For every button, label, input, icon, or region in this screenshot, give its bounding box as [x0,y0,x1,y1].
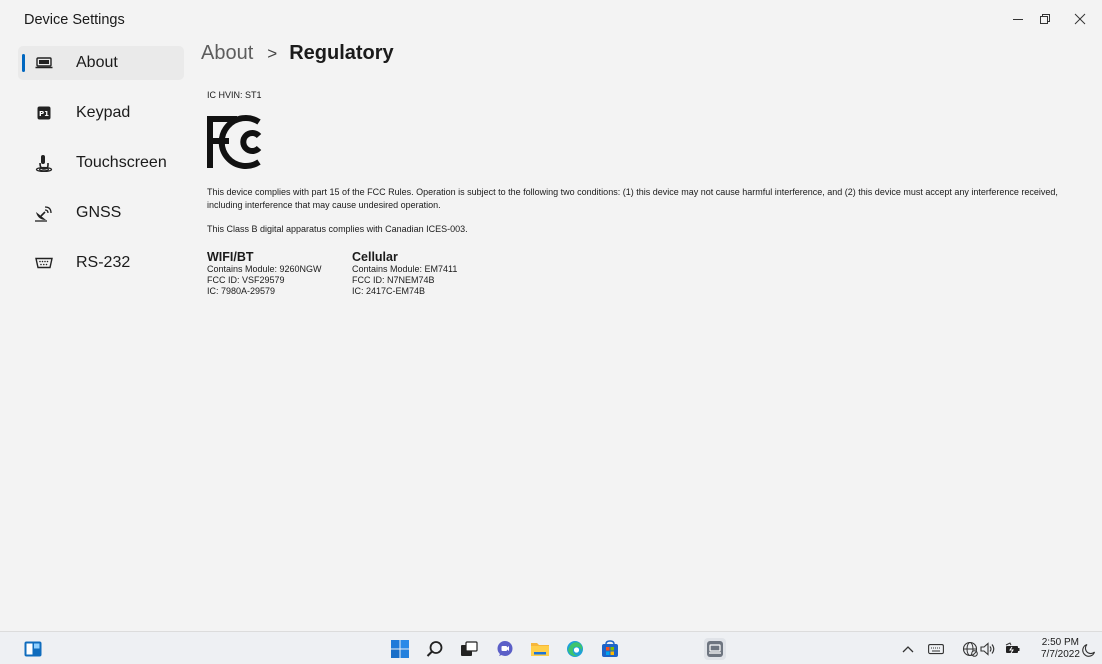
sidebar-item-about[interactable]: About [18,46,184,80]
laptop-icon [34,54,54,72]
fcc-logo [207,112,271,175]
battery-icon[interactable] [1004,641,1020,657]
chevron-up-icon[interactable] [902,641,914,657]
title-bar: Device Settings [0,0,1102,40]
sidebar-item-label: GNSS [76,204,122,221]
module-title: Cellular [352,250,398,264]
breadcrumb-parent-link[interactable]: About [201,42,253,65]
sidebar-item-label: Touchscreen [76,154,167,171]
close-icon [1074,13,1086,25]
chevron-right-icon: > [267,43,278,63]
p1-key-icon: P1 [34,104,54,122]
device-settings-icon[interactable] [704,638,726,660]
fcc-compliance-statement: This device complies with part 15 of the… [207,187,1058,210]
sidebar-item-label: Keypad [76,104,131,121]
edge-icon[interactable] [564,638,586,660]
sidebar-item-rs232[interactable]: RS-232 [18,246,184,280]
module-fcc-id: FCC ID: N7NEM74B [352,275,435,285]
cellular-module: Cellular Contains Module: EM7411 FCC ID:… [352,250,457,297]
restore-icon [1040,14,1050,24]
page-title: Regulatory [289,42,394,64]
sidebar-nav: About P1 Keypad Touchscreen GNSS RS-232 [18,46,184,296]
sidebar-item-gnss[interactable]: GNSS [18,196,184,230]
ices-compliance-statement: This Class B digital apparatus complies … [207,224,468,234]
svg-text:P1: P1 [39,110,49,118]
serial-port-icon [34,254,54,272]
start-icon[interactable] [389,638,411,660]
sidebar-item-touchscreen[interactable]: Touchscreen [18,146,184,180]
touch-hand-icon [34,154,54,172]
breadcrumb: About > Regulatory [201,42,394,65]
window-title: Device Settings [24,12,125,28]
sidebar-item-label: RS-232 [76,254,131,271]
teams-chat-icon[interactable] [494,638,516,660]
widgets-icon[interactable] [22,638,44,660]
keyboard-icon[interactable] [928,641,944,657]
network-icon[interactable] [962,641,978,657]
wifi-bt-module: WIFI/BT Contains Module: 9260NGW FCC ID:… [207,250,322,297]
sidebar-item-label: About [76,54,118,71]
store-icon[interactable] [599,638,621,660]
module-fcc-id: FCC ID: VSF29579 [207,275,285,285]
system-clock[interactable]: 2:50 PM 7/7/2022 [1041,637,1080,661]
taskbar: 2:50 PM 7/7/2022 [0,631,1102,664]
close-button[interactable] [1062,4,1098,34]
device-settings-window: Device Settings About P1 Keypad Touchscr… [0,0,1102,631]
sidebar-item-keypad[interactable]: P1 Keypad [18,96,184,130]
ic-hvin-label: IC HVIN: ST1 [207,90,262,100]
search-icon[interactable] [424,638,446,660]
task-view-icon[interactable] [458,638,480,660]
minimize-icon [1013,19,1023,20]
restore-button[interactable] [1027,4,1063,34]
module-contains: Contains Module: EM7411 [352,264,458,274]
file-explorer-icon[interactable] [529,638,551,660]
notification-moon-icon[interactable] [1082,642,1096,658]
module-ic: IC: 2417C-EM74B [352,286,426,296]
module-contains: Contains Module: 9260NGW [207,264,322,274]
satellite-icon [34,204,54,222]
clock-time: 2:50 PM [1041,637,1079,648]
volume-icon[interactable] [980,641,996,657]
module-ic: IC: 7980A-29579 [207,286,276,296]
selection-indicator [22,54,25,72]
clock-date: 7/7/2022 [1041,649,1080,660]
module-title: WIFI/BT [207,250,254,264]
